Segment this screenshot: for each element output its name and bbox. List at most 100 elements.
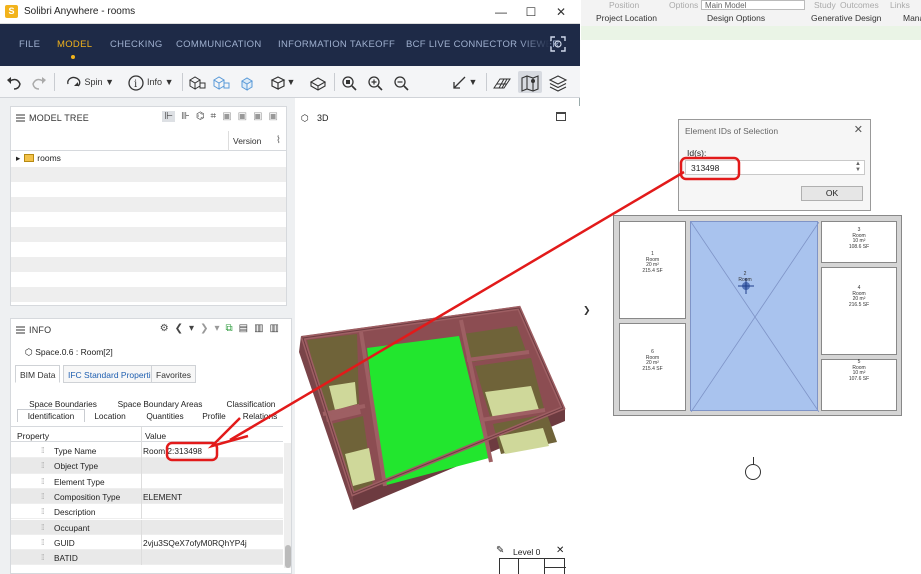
tree-hierarchy-icon[interactable]: ⊩ [162, 111, 176, 122]
tree-location-icon[interactable]: ⊪ [181, 111, 190, 122]
map-view-toggle[interactable] [518, 71, 542, 93]
drag-grip-icon[interactable]: ⁞⁞ [41, 523, 45, 532]
ids-input[interactable] [685, 160, 865, 175]
tree-lock-icon[interactable]: ▣ [222, 111, 231, 122]
measure-dropdown[interactable]: ▼ [446, 71, 482, 93]
level-map[interactable] [499, 558, 566, 574]
drag-grip-icon[interactable]: ⁞⁞ [41, 553, 45, 562]
subtab-profile[interactable]: Profile [195, 410, 233, 423]
drag-grip-icon[interactable]: ⁞⁞ [41, 507, 45, 516]
layers-icon[interactable] [546, 71, 570, 93]
position-label[interactable]: Position [609, 0, 639, 10]
menu-information-takeoff[interactable]: INFORMATION TAKEOFF [278, 39, 395, 50]
version-column-header[interactable]: Version [233, 136, 261, 146]
clipboard2-icon[interactable]: ▥ [270, 323, 279, 334]
zoom-in-icon[interactable] [364, 71, 386, 93]
3d-model-render[interactable] [295, 296, 580, 536]
tree-row-rooms[interactable]: ▸ rooms [11, 152, 286, 167]
property-row-element-type[interactable]: ⁞⁞ Element Type [11, 473, 283, 489]
tab-favorites[interactable]: Favorites [151, 365, 196, 383]
property-row-composition-type[interactable]: ⁞⁞ Composition Type ELEMENT [11, 488, 283, 505]
value-column-header[interactable]: Value [145, 431, 166, 441]
dialog-close-icon[interactable]: ✕ [854, 123, 863, 136]
tree-lock3-icon[interactable]: ▣ [253, 111, 262, 122]
redo-icon[interactable] [29, 71, 49, 93]
property-row-guid[interactable]: ⁞⁞ GUID 2vju3SQeX7ofyM0RQhYP4j [11, 534, 283, 551]
outcomes-label[interactable]: Outcomes [840, 0, 879, 10]
hide-selected-icon[interactable] [210, 71, 232, 93]
property-row-description[interactable]: ⁞⁞ Description [11, 504, 283, 520]
plan-room-6[interactable]: 6 Room 20 m² 215.4 SF [619, 323, 686, 411]
plan-room-4[interactable]: 4 Room 20 m² 216.5 SF [821, 267, 897, 355]
tree-type-icon[interactable]: ⌗ [211, 111, 217, 122]
properties-scrollbar[interactable] [284, 443, 291, 568]
property-row-occupant[interactable]: ⁞⁞ Occupant [11, 519, 283, 535]
menu-model[interactable]: MODEL [57, 39, 92, 50]
next-icon[interactable]: ❯ [200, 323, 208, 334]
minimize-button[interactable]: — [486, 0, 516, 24]
drag-grip-icon[interactable]: ⁞⁞ [41, 446, 45, 455]
plan-room-5[interactable]: 5 Room 10 m² 107.6 SF [821, 359, 897, 411]
transparency-icon[interactable] [234, 71, 262, 93]
subtab-location[interactable]: Location [87, 410, 133, 423]
property-row-object-type[interactable]: ⁞⁞ Object Type [11, 458, 283, 474]
drag-grip-icon[interactable]: ⁞⁞ [41, 492, 45, 501]
menu-file[interactable]: FILE [19, 39, 40, 50]
tree-item-rooms[interactable]: ▸ rooms [16, 153, 61, 164]
pencil-icon[interactable]: ✎ [496, 545, 504, 556]
previous-icon[interactable]: ❮ [175, 323, 183, 334]
drag-grip-icon[interactable]: ⁞⁞ [41, 538, 45, 547]
close-icon[interactable]: ✕ [556, 545, 564, 556]
link-selection-icon[interactable]: ⧉ [226, 323, 233, 334]
tree-component-icon[interactable]: ⌬ [196, 111, 205, 122]
scrollbar-thumb[interactable] [285, 545, 291, 568]
zoom-out-icon[interactable] [390, 71, 412, 93]
panel-resize-handle[interactable]: ❯ [583, 305, 591, 316]
3d-view-panel[interactable]: ⬡ 3D ✎ Level 0 ✕ [295, 106, 580, 574]
screenshot-icon[interactable] [549, 35, 567, 53]
tree-lock4-icon[interactable]: ▣ [269, 111, 278, 122]
paperclip-icon[interactable]: ⌇ [276, 135, 281, 146]
tree-lock2-icon[interactable]: ▣ [238, 111, 247, 122]
settings-gear-icon[interactable]: ⚙ [160, 323, 169, 334]
copy-icon[interactable]: ▤ [239, 323, 248, 334]
clipboard-icon[interactable]: ▥ [254, 323, 263, 334]
zoom-fit-icon[interactable] [338, 71, 360, 93]
links-label[interactable]: Links [890, 0, 910, 10]
study-label[interactable]: Study [814, 0, 836, 10]
drag-grip-icon[interactable]: ⁞⁞ [41, 461, 45, 470]
close-window-button[interactable]: ✕ [546, 0, 576, 24]
floor-grid-icon[interactable] [490, 71, 514, 93]
drag-grip-icon[interactable]: ⁞⁞ [41, 477, 45, 486]
property-column-header[interactable]: Property [17, 431, 49, 441]
menu-icon[interactable] [16, 326, 25, 334]
section-box-icon[interactable] [306, 71, 330, 93]
main-model-select[interactable]: Main Model [701, 0, 805, 10]
subtab-identification[interactable]: Identification [17, 409, 85, 422]
tab-ifc-standard-properties[interactable]: IFC Standard Properties [63, 365, 165, 383]
subtab-quantities[interactable]: Quantities [139, 410, 191, 423]
show-selected-icon[interactable] [186, 71, 208, 93]
menu-icon[interactable] [16, 114, 25, 122]
maximize-panel-icon[interactable] [556, 112, 566, 121]
property-row-type-name[interactable]: ⁞⁞ Type Name Room 2:313498 [11, 443, 283, 459]
level-minimap[interactable]: ✎ Level 0 ✕ [495, 544, 575, 574]
info-dropdown[interactable]: i Info ▼ [122, 71, 178, 93]
ids-spinner-icon[interactable]: ▲ ▼ [852, 161, 864, 174]
view-box-dropdown[interactable]: ▼ [265, 71, 299, 93]
undo-icon[interactable] [4, 71, 24, 93]
maximize-button[interactable]: ☐ [516, 0, 546, 24]
options-label[interactable]: Options [669, 0, 698, 10]
menu-checking[interactable]: CHECKING [110, 39, 163, 50]
ok-button[interactable]: OK [801, 186, 863, 201]
plan-room-2-selected[interactable]: 2 Room [690, 221, 819, 412]
chevron-down-icon[interactable]: ▾ [214, 323, 219, 334]
property-row-batid[interactable]: ⁞⁞ BATID [11, 550, 283, 566]
subtab-relations[interactable]: Relations [235, 410, 285, 423]
plan-room-3[interactable]: 3 Room 10 m² 108.6 SF [821, 221, 897, 263]
plan-room-1[interactable]: 1 Room 20 m² 215.4 SF [619, 221, 686, 319]
tab-bim-data[interactable]: BIM Data [15, 365, 61, 383]
menu-communication[interactable]: COMMUNICATION [176, 39, 262, 50]
chevron-down-icon[interactable]: ▾ [189, 323, 194, 334]
spin-dropdown[interactable]: Spin ▼ [60, 71, 118, 93]
